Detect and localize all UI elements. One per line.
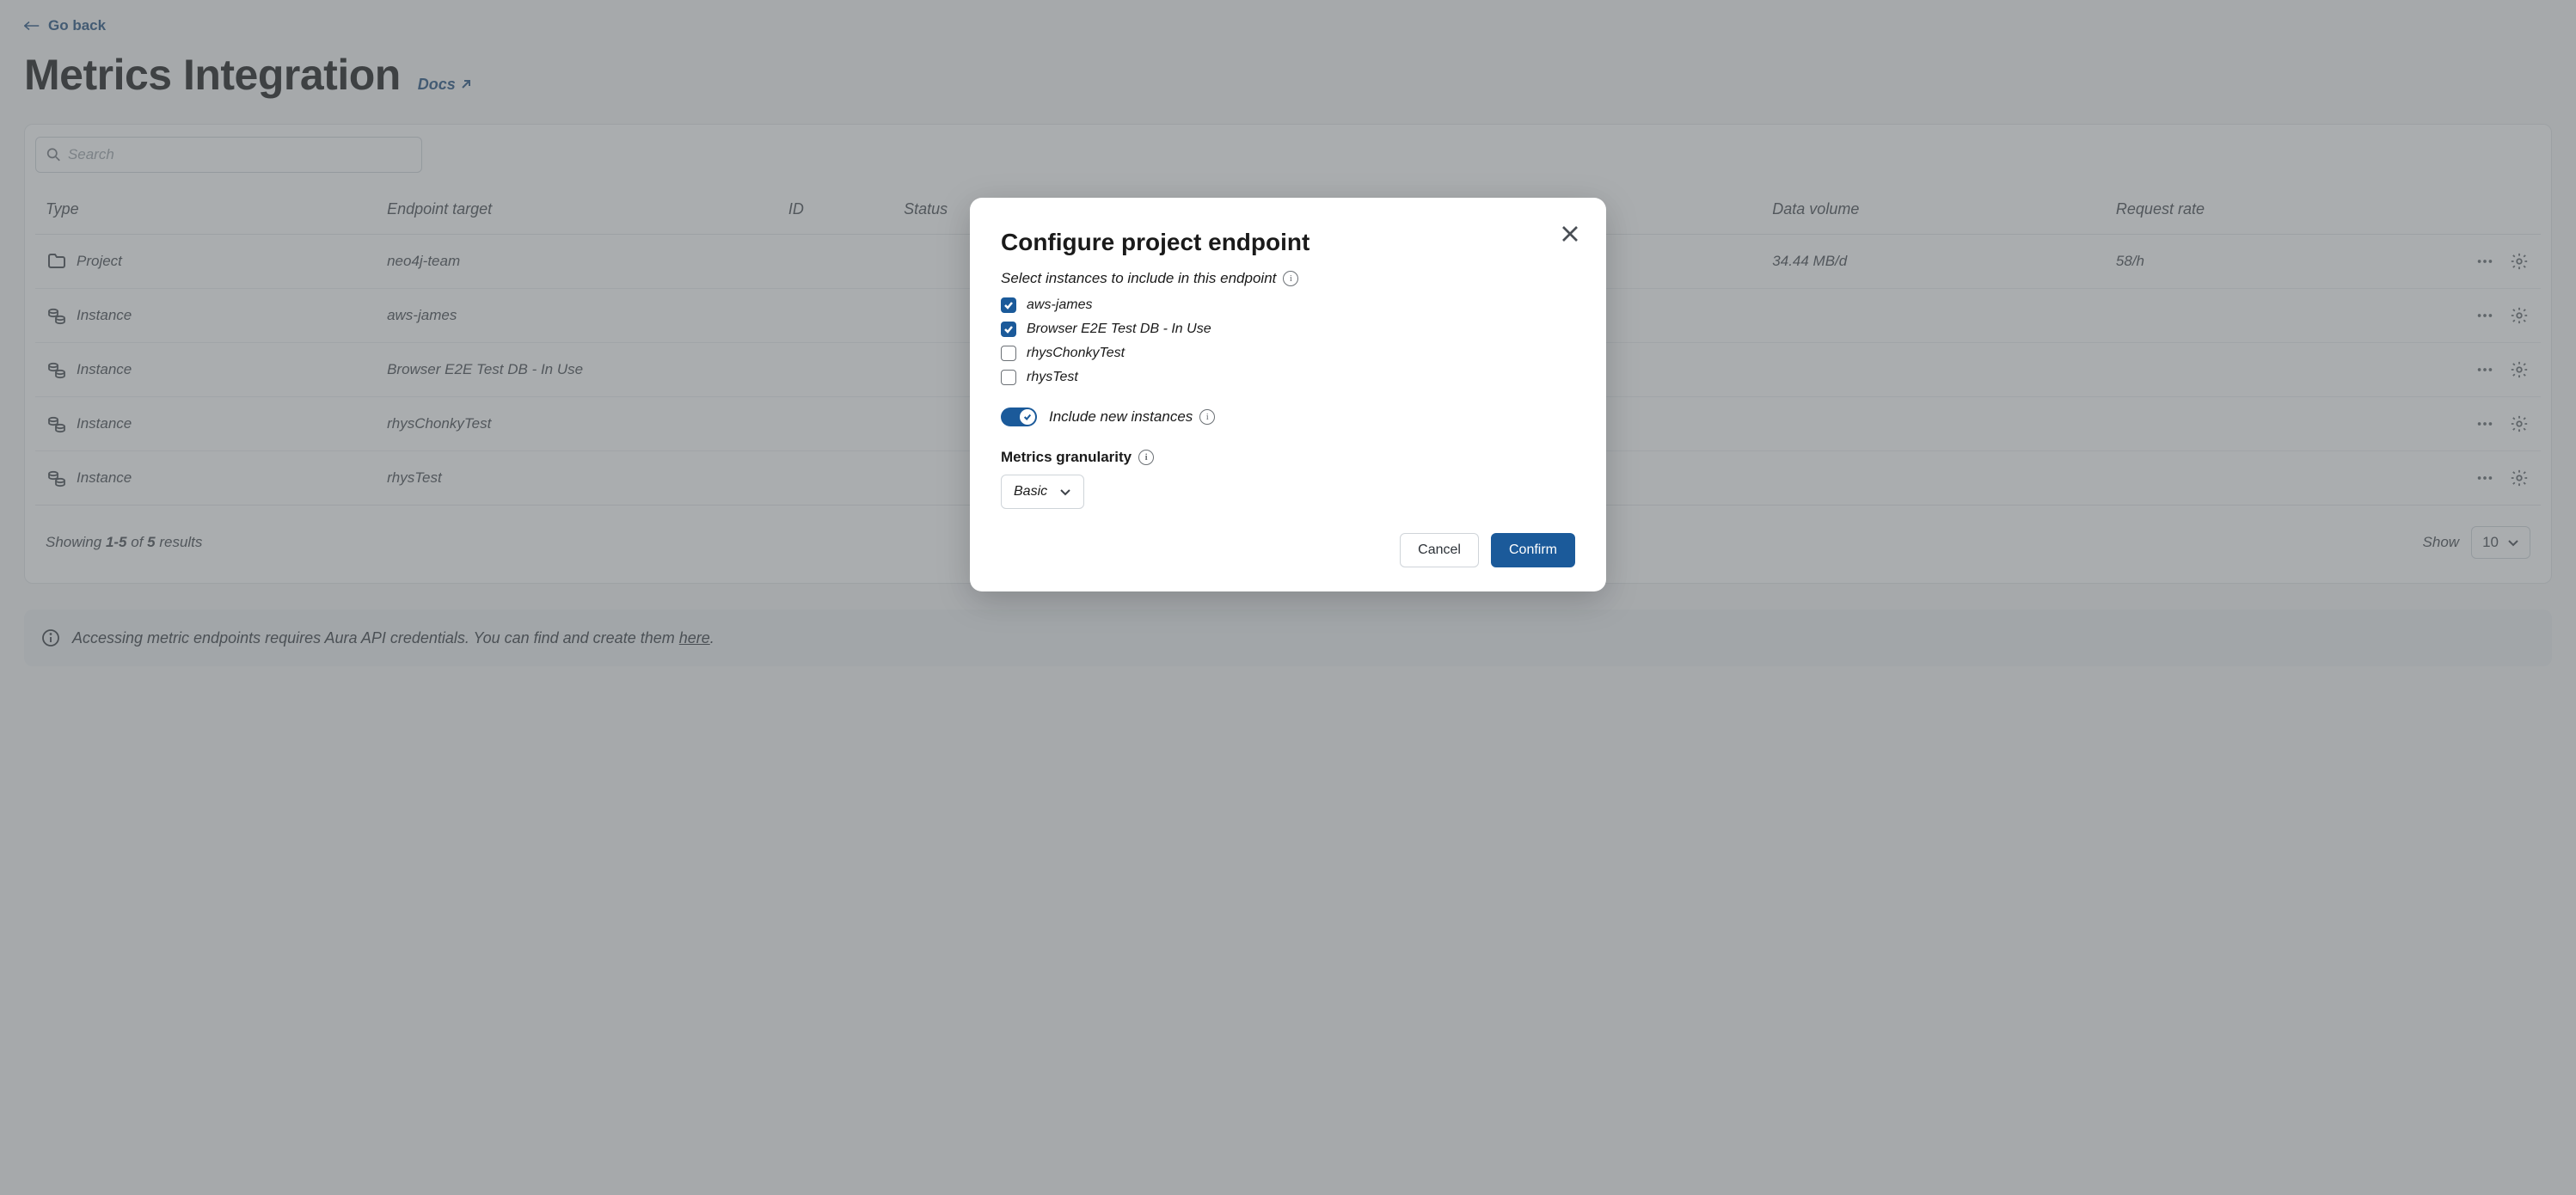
include-new-toggle[interactable]	[1001, 408, 1037, 426]
instance-checkbox-row: aws-james	[1001, 297, 1575, 313]
instance-checkbox[interactable]	[1001, 346, 1016, 361]
cancel-button[interactable]: Cancel	[1400, 533, 1479, 567]
info-icon[interactable]: i	[1283, 271, 1298, 286]
modal-overlay[interactable]: Configure project endpoint Select instan…	[0, 0, 2576, 1195]
instance-label: Browser E2E Test DB - In Use	[1027, 322, 1211, 337]
info-icon[interactable]: i	[1199, 409, 1215, 425]
instance-checkbox[interactable]	[1001, 370, 1016, 385]
close-icon	[1560, 224, 1580, 244]
confirm-button[interactable]: Confirm	[1491, 533, 1575, 567]
info-icon[interactable]: i	[1138, 450, 1154, 465]
instance-checkbox-row: Browser E2E Test DB - In Use	[1001, 322, 1575, 337]
instance-checkbox-row: rhysChonkyTest	[1001, 346, 1575, 361]
instance-checkbox[interactable]	[1001, 297, 1016, 313]
instance-label: rhysChonkyTest	[1027, 346, 1125, 361]
instance-label: rhysTest	[1027, 370, 1078, 385]
granularity-select[interactable]: Basic	[1001, 475, 1084, 509]
granularity-label: Metrics granularity	[1001, 449, 1132, 466]
instance-checkbox-row: rhysTest	[1001, 370, 1575, 385]
include-new-label: Include new instances	[1049, 408, 1193, 426]
instance-checkbox[interactable]	[1001, 322, 1016, 337]
configure-endpoint-modal: Configure project endpoint Select instan…	[970, 198, 1606, 591]
modal-title: Configure project endpoint	[1001, 229, 1575, 256]
modal-subtitle: Select instances to include in this endp…	[1001, 270, 1276, 287]
chevron-down-icon	[1059, 486, 1071, 498]
granularity-value: Basic	[1014, 484, 1047, 499]
close-button[interactable]	[1560, 224, 1580, 244]
instance-label: aws-james	[1027, 297, 1092, 313]
check-icon	[1023, 413, 1032, 421]
